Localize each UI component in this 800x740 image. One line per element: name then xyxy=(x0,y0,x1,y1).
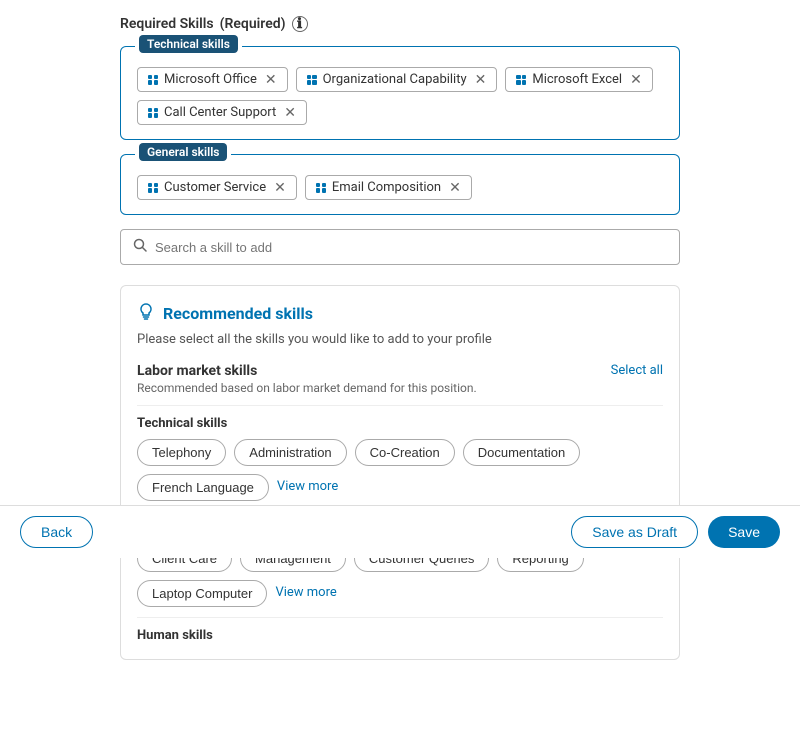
chip-administration[interactable]: Administration xyxy=(234,439,346,466)
remove-ms-excel[interactable]: ✕ xyxy=(630,73,642,87)
labor-market-header: Labor market skills Select all xyxy=(137,363,663,379)
remove-org-cap[interactable]: ✕ xyxy=(475,73,487,87)
skill-tag-org-cap: Organizational Capability ✕ xyxy=(296,67,498,92)
grid-icon-email-comp xyxy=(316,183,326,193)
skill-tag-label: Email Composition xyxy=(332,180,441,195)
skill-tag-label: Customer Service xyxy=(164,180,266,195)
chip-telephony[interactable]: Telephony xyxy=(137,439,226,466)
technical-view-more-link[interactable]: View more xyxy=(277,474,338,501)
skill-tag-call-center: Call Center Support ✕ xyxy=(137,100,307,125)
remove-call-center[interactable]: ✕ xyxy=(284,106,296,120)
save-draft-button[interactable]: Save as Draft xyxy=(571,516,698,548)
footer-right: Save as Draft Save xyxy=(571,516,780,548)
remove-email-comp[interactable]: ✕ xyxy=(449,181,461,195)
search-input[interactable] xyxy=(155,240,667,255)
required-skills-heading: Required Skills (Required) ℹ xyxy=(120,16,680,32)
chip-co-creation[interactable]: Co-Creation xyxy=(355,439,455,466)
skill-tag-label: Microsoft Excel xyxy=(532,72,622,87)
skill-tag-label: Microsoft Office xyxy=(164,72,257,87)
technical-skills-box: Technical skills Microsoft Office ✕ Orga… xyxy=(120,46,680,140)
grid-icon-ms-office xyxy=(148,75,158,85)
technical-chips-container: Telephony Administration Co-Creation Doc… xyxy=(137,439,663,501)
labor-market-desc: Recommended based on labor market demand… xyxy=(137,381,663,395)
human-skills-title: Human skills xyxy=(137,617,663,643)
grid-icon-org-cap xyxy=(307,75,317,85)
select-all-link[interactable]: Select all xyxy=(611,363,663,378)
recommended-header: Recommended skills xyxy=(137,302,663,324)
recommended-title: Recommended skills xyxy=(163,304,313,323)
skill-tag-email-comp: Email Composition ✕ xyxy=(305,175,472,200)
footer-bar: Back Save as Draft Save xyxy=(0,505,800,558)
search-icon xyxy=(133,238,147,256)
chip-french-language[interactable]: French Language xyxy=(137,474,269,501)
skill-tag-cust-service: Customer Service ✕ xyxy=(137,175,297,200)
chip-documentation[interactable]: Documentation xyxy=(463,439,580,466)
technical-skills-box-label: Technical skills xyxy=(135,37,242,51)
skill-tag-label: Organizational Capability xyxy=(323,72,467,87)
skill-tag-ms-office: Microsoft Office ✕ xyxy=(137,67,288,92)
labor-market-title: Labor market skills xyxy=(137,363,257,379)
chip-laptop-computer[interactable]: Laptop Computer xyxy=(137,580,267,607)
recommended-skills-panel: Recommended skills Please select all the… xyxy=(120,285,680,660)
bulb-icon xyxy=(137,302,155,324)
general-tags-container: Customer Service ✕ Email Composition ✕ xyxy=(137,169,663,200)
technical-tags-container: Microsoft Office ✕ Organizational Capabi… xyxy=(137,61,663,125)
technical-category-title: Technical skills xyxy=(137,405,663,431)
required-badge: (Required) xyxy=(220,16,286,32)
save-button[interactable]: Save xyxy=(708,516,780,548)
info-icon[interactable]: ℹ xyxy=(292,16,308,32)
recommended-description: Please select all the skills you would l… xyxy=(137,332,663,347)
back-button[interactable]: Back xyxy=(20,516,93,548)
skill-search-bar xyxy=(120,229,680,265)
skill-tag-label: Call Center Support xyxy=(164,105,276,120)
required-skills-title: Required Skills xyxy=(120,16,214,32)
grid-icon-cust-service xyxy=(148,183,158,193)
general-skills-box: General skills Customer Service ✕ Email … xyxy=(120,154,680,215)
general-skills-box-label: General skills xyxy=(135,145,231,159)
grid-icon-call-center xyxy=(148,108,158,118)
skill-tag-ms-excel: Microsoft Excel ✕ xyxy=(505,67,652,92)
grid-icon-ms-excel xyxy=(516,75,526,85)
general-view-more-link[interactable]: View more xyxy=(275,580,336,607)
remove-ms-office[interactable]: ✕ xyxy=(265,73,277,87)
remove-cust-service[interactable]: ✕ xyxy=(274,181,286,195)
